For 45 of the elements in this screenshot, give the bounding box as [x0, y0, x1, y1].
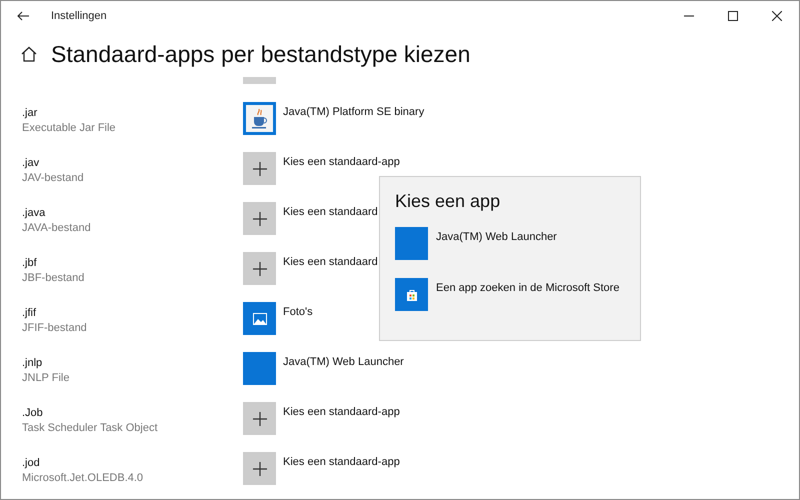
file-type-description: JBF-bestand	[22, 271, 86, 286]
shopping-bag-icon	[395, 278, 428, 311]
popup-title: Kies een app	[395, 191, 502, 212]
file-extension: .Job	[22, 406, 44, 421]
app-tile-icon	[395, 227, 428, 260]
default-app-button[interactable]: Kies een standaard	[243, 202, 378, 235]
add-icon	[243, 252, 276, 285]
default-app-button[interactable]: Kies een standaard-app	[243, 152, 400, 185]
file-extension: .jar	[22, 106, 38, 121]
app-option[interactable]: Java(TM) Web Launcher	[395, 227, 557, 260]
file-extension: .jnlp	[22, 356, 44, 371]
default-app-button[interactable]: Foto's	[243, 302, 313, 335]
add-icon	[243, 202, 276, 235]
app-option[interactable]: Een app zoeken in de Microsoft Store	[395, 278, 620, 311]
file-type-description: Executable Jar File	[22, 121, 117, 136]
add-icon	[243, 452, 276, 485]
back-icon	[17, 11, 29, 21]
image-icon	[243, 302, 276, 335]
coffee-cup-icon	[243, 102, 276, 135]
app-tile-icon	[243, 352, 276, 385]
default-app-button[interactable]: Kies een standaard	[243, 252, 378, 285]
file-extension: .jav	[22, 156, 40, 171]
file-extension: .jfif	[22, 306, 38, 321]
file-type-description: Task Scheduler Task Object	[22, 421, 159, 436]
default-app-button[interactable]: Java(TM) Platform SE binary	[243, 102, 424, 135]
add-icon	[243, 152, 276, 185]
file-type-description: JFIF-bestand	[22, 321, 88, 336]
page-title: Standaard-apps per bestandstype kiezen	[51, 40, 470, 68]
default-app-button[interactable]: Kies een standaard-app	[243, 402, 400, 435]
close-icon	[772, 11, 782, 21]
file-type-description: JNLP File	[22, 371, 70, 386]
home-icon[interactable]	[21, 46, 37, 62]
add-icon	[243, 402, 276, 435]
minimize-icon	[684, 15, 694, 17]
default-app-button[interactable]: Java(TM) Web Launcher	[243, 352, 404, 385]
window-title: Instellingen	[51, 10, 108, 22]
default-app-button[interactable]: Kies een standaard-app	[243, 452, 400, 485]
maximize-icon	[728, 11, 738, 21]
file-extension: .jod	[22, 456, 41, 471]
app-tile-icon	[243, 77, 276, 84]
file-type-description: JAV-bestand	[22, 171, 85, 186]
file-extension: .jbf	[22, 256, 38, 271]
file-extension: .java	[22, 206, 46, 221]
file-type-description: JAVA-bestand	[22, 221, 92, 236]
file-type-description: Microsoft.Jet.OLEDB.4.0	[22, 471, 144, 486]
